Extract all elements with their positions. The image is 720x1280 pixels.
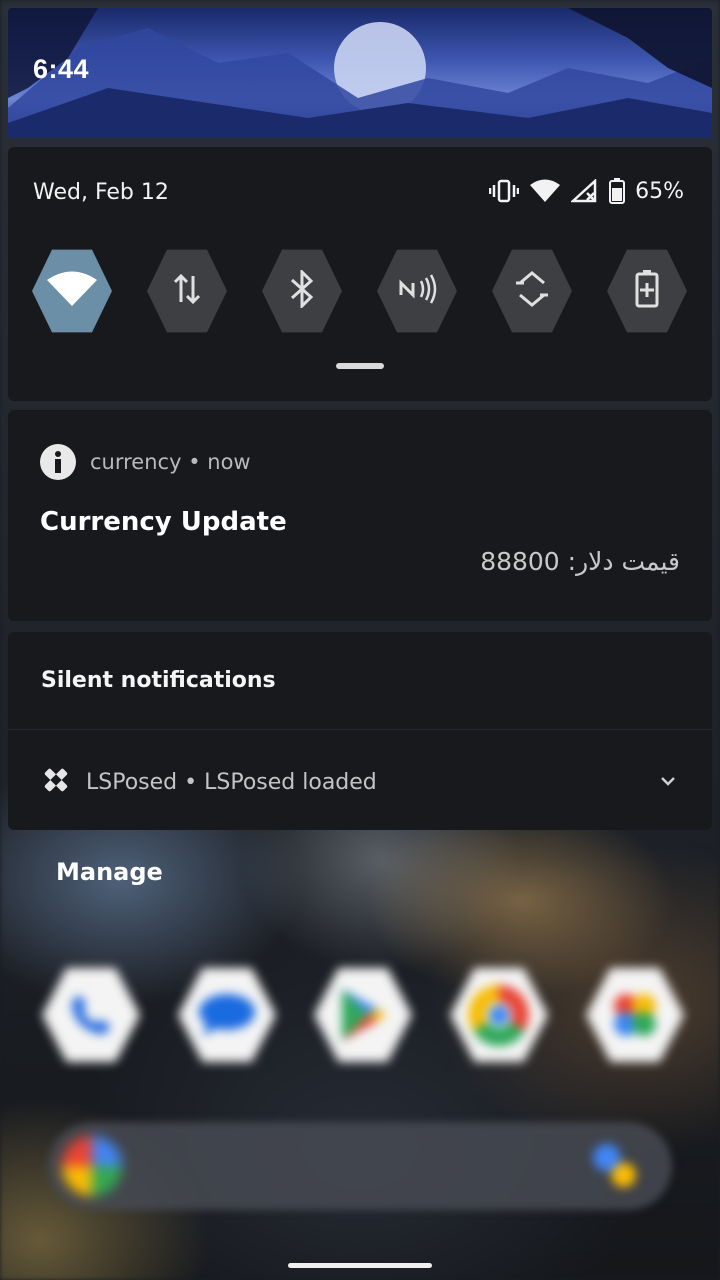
quick-settings-panel: Wed, Feb 12 65% <box>8 147 712 401</box>
silent-app-name: LSPosed <box>86 769 178 795</box>
silent-notifications-card: Silent notifications LSPosed • LSPosed l… <box>8 632 712 830</box>
status-icons: 65% <box>489 178 684 204</box>
notification-body: قیمت دلار: 88800 <box>480 547 680 576</box>
search-bar[interactable] <box>48 1122 672 1210</box>
silent-message: LSPosed loaded <box>204 769 377 795</box>
bluetooth-tile[interactable] <box>262 249 342 333</box>
battery-saver-tile[interactable] <box>607 249 687 333</box>
quick-settings-tiles <box>32 247 687 335</box>
clock: 6:44 <box>33 54 90 84</box>
wifi-icon <box>46 271 98 311</box>
silent-section-title: Silent notifications <box>41 668 276 693</box>
battery-icon <box>609 178 626 204</box>
currency-notification[interactable]: currency • now Currency Update قیمت دلار… <box>8 410 712 621</box>
play-store-icon <box>314 968 412 1062</box>
meta-separator: • <box>184 769 198 795</box>
vibrate-icon <box>489 179 520 203</box>
lsposed-notification[interactable]: LSPosed • LSPosed loaded <box>40 764 377 800</box>
manage-button[interactable]: Manage <box>56 858 163 886</box>
header-image <box>8 8 712 138</box>
expand-handle[interactable] <box>336 363 384 369</box>
meta-separator: • <box>188 450 201 474</box>
auto-rotate-icon <box>512 269 552 313</box>
notification-title: Currency Update <box>40 507 287 537</box>
photos-icon <box>586 968 684 1062</box>
date-label[interactable]: Wed, Feb 12 <box>33 180 169 205</box>
battery-saver-icon <box>635 270 659 312</box>
nfc-icon <box>397 273 437 309</box>
battery-percent: 65% <box>635 178 684 204</box>
mobile-data-tile[interactable] <box>147 249 227 333</box>
silent-notification-text: LSPosed • LSPosed loaded <box>86 770 377 795</box>
divider <box>8 729 712 730</box>
lsposed-icon <box>40 764 72 800</box>
notification-meta: currency • now <box>90 450 251 474</box>
gesture-nav-bar[interactable] <box>288 1263 432 1268</box>
chevron-down-icon[interactable] <box>660 771 676 790</box>
notification-app-name: currency <box>90 450 182 474</box>
wifi-tile[interactable] <box>32 249 112 333</box>
wifi-status-icon <box>529 179 561 203</box>
google-logo-icon <box>62 1136 122 1196</box>
notification-header: currency • now <box>40 444 251 480</box>
mobile-data-icon <box>172 272 202 310</box>
home-dock <box>42 965 684 1065</box>
notification-time: now <box>207 450 251 474</box>
info-icon <box>40 444 76 480</box>
assistant-mic-icon[interactable] <box>590 1140 638 1190</box>
auto-rotate-tile[interactable] <box>492 249 572 333</box>
phone-icon <box>42 968 140 1062</box>
chrome-icon <box>450 968 548 1062</box>
nfc-tile[interactable] <box>377 249 457 333</box>
cellular-no-data-icon <box>571 179 599 203</box>
messages-icon <box>178 968 276 1062</box>
bluetooth-icon <box>289 268 315 312</box>
